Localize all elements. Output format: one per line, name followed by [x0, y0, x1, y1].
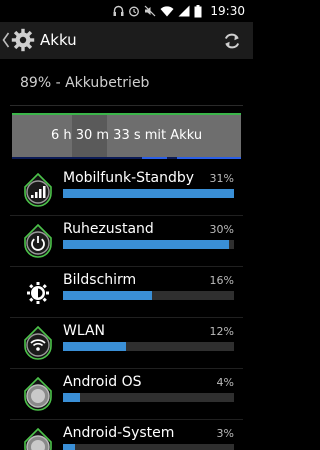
list-item-ruhezustand[interactable]: Ruhezustand 30%	[0, 216, 253, 267]
list-item-percent: 30%	[209, 223, 234, 236]
headset-icon	[113, 5, 124, 16]
list-item-label: Android-System	[63, 425, 175, 441]
list-item-percent: 16%	[209, 274, 234, 287]
usage-list: Mobilfunk-Standby 31% Ruhezustand 30% Bi…	[0, 165, 253, 450]
activity-segment	[142, 157, 167, 159]
usage-bar-fill	[63, 444, 75, 450]
battery-icon	[194, 4, 202, 17]
list-item-label: Mobilfunk-Standby	[63, 170, 195, 186]
page-title: Akku	[40, 31, 77, 49]
status-bar: 19:30	[0, 0, 253, 22]
android-system-icon	[24, 428, 52, 450]
list-item-android-system[interactable]: Android-System 3%	[0, 420, 253, 450]
graph-label: 6 h 30 m 33 s mit Akku	[50, 127, 203, 143]
signal-icon	[178, 5, 190, 17]
chevron-left-icon[interactable]	[2, 31, 10, 49]
mute-icon	[144, 5, 156, 17]
usage-bar-track	[63, 291, 234, 300]
cell-standby-icon	[24, 173, 52, 207]
battery-summary: 89% - Akkubetrieb	[20, 75, 150, 91]
power-icon	[24, 224, 52, 258]
list-item-bildschirm[interactable]: Bildschirm 16%	[0, 267, 253, 318]
list-item-label: Ruhezustand	[63, 221, 154, 237]
battery-history-graph[interactable]: 6 h 30 m 33 s mit Akku	[12, 113, 241, 157]
usage-bar-track	[63, 342, 234, 351]
brightness-icon	[27, 282, 49, 304]
list-item-percent: 12%	[209, 325, 234, 338]
refresh-icon	[224, 33, 240, 49]
list-item-wlan[interactable]: WLAN 12%	[0, 318, 253, 369]
usage-bar-fill	[63, 291, 152, 300]
status-icons: 19:30	[113, 3, 245, 19]
list-item-mobilfunk-standby[interactable]: Mobilfunk-Standby 31%	[0, 165, 253, 216]
list-item-percent: 3%	[216, 427, 234, 440]
alarm-icon	[129, 6, 140, 17]
list-item-percent: 4%	[216, 376, 234, 389]
settings-gear-icon[interactable]	[11, 28, 35, 52]
list-item-percent: 31%	[209, 172, 234, 185]
usage-bar-fill	[63, 393, 81, 402]
action-bar: Akku	[0, 22, 253, 59]
android-os-icon	[24, 377, 52, 411]
usage-bar-track	[63, 189, 234, 198]
list-item-label: Android OS	[63, 374, 142, 390]
wifi-icon	[160, 6, 174, 17]
usage-bar-fill	[63, 240, 229, 249]
graph-activity-strip	[12, 157, 241, 159]
status-time: 19:30	[210, 4, 245, 18]
usage-bar-fill	[63, 342, 127, 351]
divider	[10, 105, 243, 106]
usage-bar-track	[63, 444, 234, 450]
list-item-label: Bildschirm	[63, 272, 137, 288]
wifi-icon	[24, 326, 52, 360]
usage-bar-track	[63, 240, 234, 249]
list-item-label: WLAN	[63, 323, 106, 339]
usage-bar-track	[63, 393, 234, 402]
activity-segment	[177, 157, 241, 159]
usage-bar-fill	[63, 189, 234, 198]
refresh-button[interactable]	[219, 28, 245, 54]
list-item-android-os[interactable]: Android OS 4%	[0, 369, 253, 420]
